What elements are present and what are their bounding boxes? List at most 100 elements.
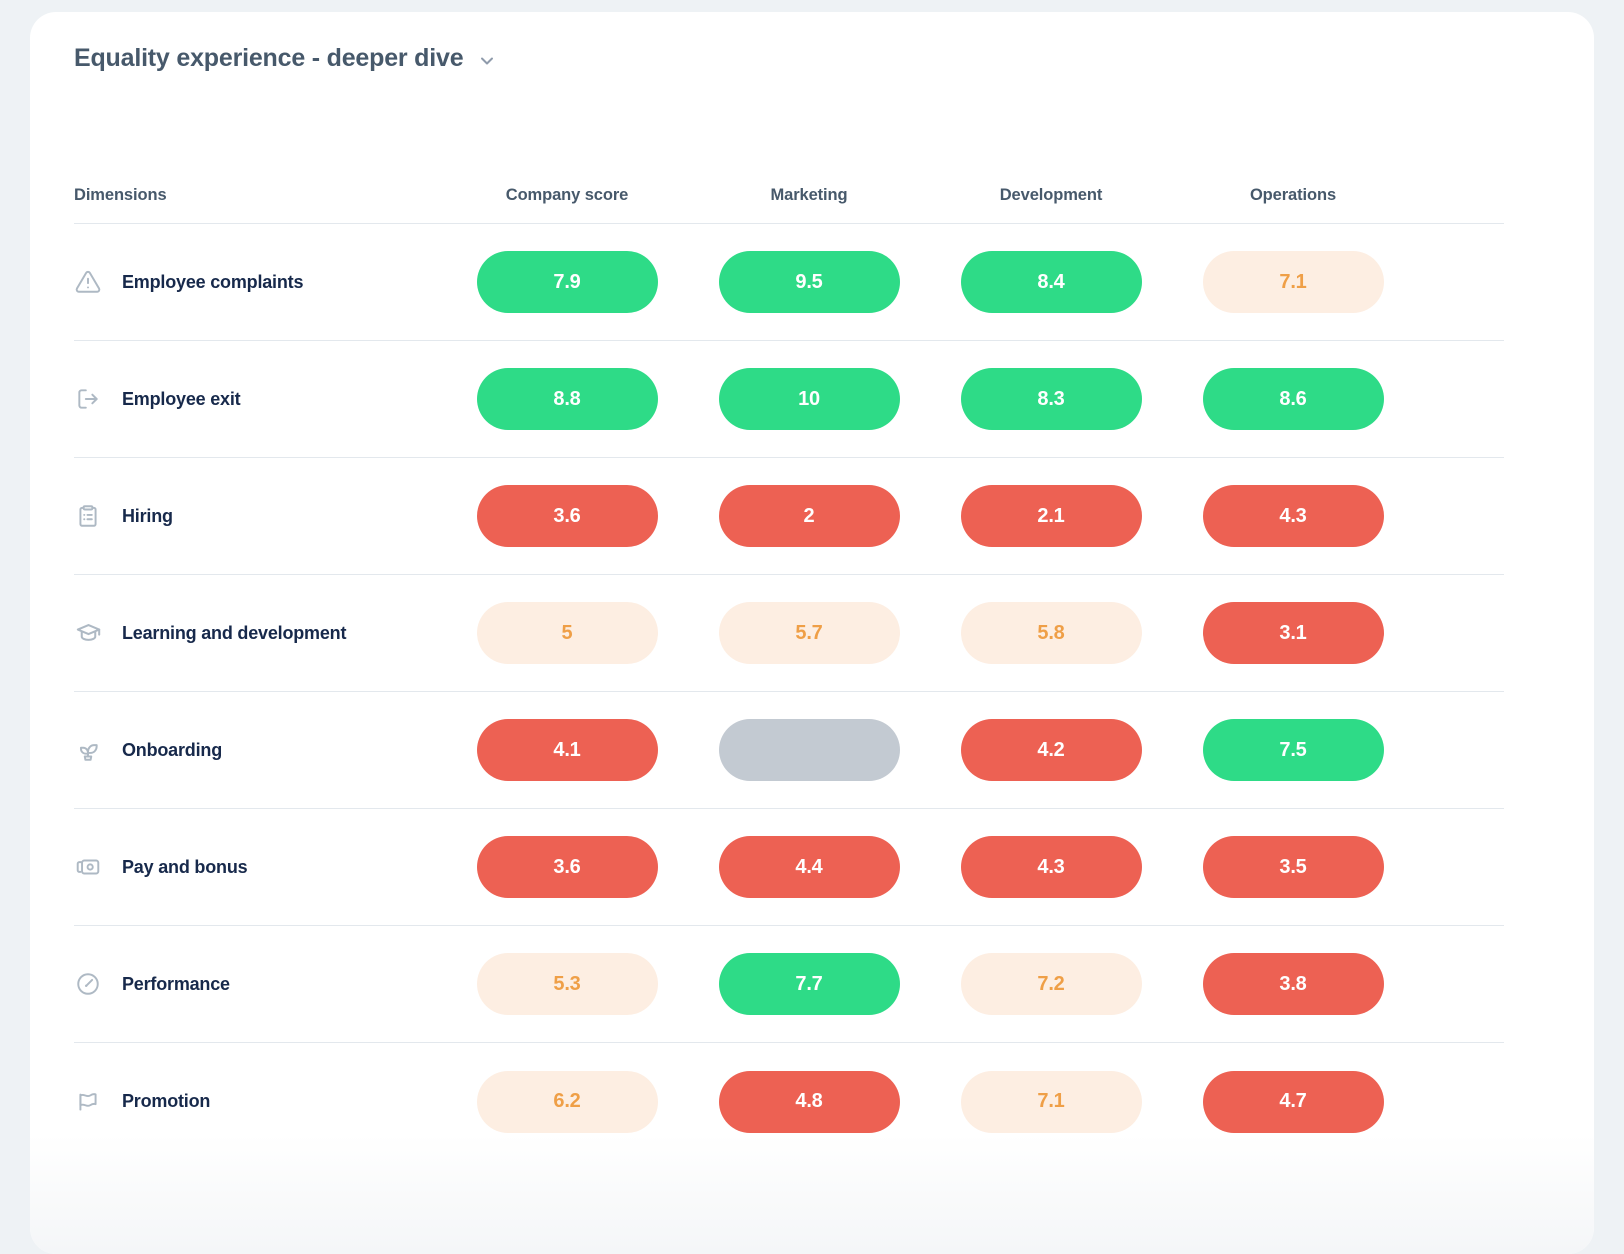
score-pill[interactable]: 7.2	[960, 953, 1142, 1015]
table-row: Promotion 6.2 4.8 7.1 4.7	[74, 1043, 1504, 1160]
table-row: Employee complaints 7.9 9.5 8.4 7.1	[74, 224, 1504, 341]
score-cell: 3.8	[1172, 953, 1414, 1015]
score-pill[interactable]: 4.8	[718, 1070, 900, 1133]
score-cell: 7.1	[1172, 251, 1414, 313]
score-pill[interactable]: 5.8	[960, 602, 1142, 664]
table-body: Employee complaints 7.9 9.5 8.4 7.1 Employee …	[74, 224, 1504, 1160]
chevron-down-icon[interactable]	[477, 47, 497, 71]
dimension-cell: Performance	[74, 970, 446, 998]
score-cell: 5.7	[688, 602, 930, 664]
equality-experience-card: Equality experience - deeper dive Dimens…	[30, 12, 1594, 1254]
score-cell: 4.4	[688, 836, 930, 898]
dimension-label: Onboarding	[122, 739, 222, 760]
score-pill[interactable]: 5.7	[718, 602, 900, 664]
score-cell: 4.3	[930, 836, 1172, 898]
score-pill[interactable]: 7.1	[960, 1070, 1142, 1133]
dimension-cell: Employee exit	[74, 385, 446, 413]
score-pill[interactable]: 8.6	[1202, 368, 1384, 430]
score-cell: 3.6	[446, 836, 688, 898]
score-pill[interactable]	[718, 719, 900, 781]
score-cell: 7.7	[688, 953, 930, 1015]
table-row: Employee exit 8.8 10 8.3 8.6	[74, 341, 1504, 458]
score-pill[interactable]: 8.4	[960, 251, 1142, 313]
card-header: Equality experience - deeper dive	[74, 44, 497, 73]
score-pill[interactable]: 7.5	[1202, 719, 1384, 781]
table-row: Onboarding 4.1 4.2 7.5	[74, 692, 1504, 809]
score-pill[interactable]: 5	[476, 602, 658, 664]
score-cell: 4.7	[1172, 1070, 1414, 1133]
column-header-operations: Operations	[1249, 186, 1337, 204]
score-pill[interactable]: 6.2	[476, 1070, 658, 1133]
column-header-dimensions: Dimensions	[74, 186, 167, 204]
column-header-marketing: Marketing	[770, 186, 848, 204]
score-pill[interactable]: 9.5	[718, 251, 900, 313]
score-pill[interactable]: 4.3	[1202, 485, 1384, 547]
score-cell	[688, 719, 930, 781]
score-pill[interactable]: 4.3	[960, 836, 1142, 898]
score-cell: 7.9	[446, 251, 688, 313]
score-cell: 4.2	[930, 719, 1172, 781]
clipboard-checklist-icon	[74, 502, 102, 530]
score-pill[interactable]: 3.8	[1202, 953, 1384, 1015]
score-pill[interactable]: 3.5	[1202, 836, 1384, 898]
dimensions-table: Dimensions Company score Marketing Devel…	[74, 162, 1504, 1160]
dimension-label: Employee exit	[122, 388, 241, 409]
dimension-cell: Onboarding	[74, 736, 446, 764]
score-cell: 7.5	[1172, 719, 1414, 781]
table-row: Hiring 3.6 2 2.1 4.3	[74, 458, 1504, 575]
dimension-cell: Promotion	[74, 1088, 446, 1116]
seedling-icon	[74, 736, 102, 764]
flag-icon	[74, 1088, 102, 1116]
score-pill[interactable]: 5.3	[476, 953, 658, 1015]
table-header-row: Dimensions Company score Marketing Devel…	[74, 162, 1504, 224]
score-pill[interactable]: 4.4	[718, 836, 900, 898]
score-pill[interactable]: 3.6	[476, 485, 658, 547]
score-pill[interactable]: 2.1	[960, 485, 1142, 547]
exit-door-icon	[74, 385, 102, 413]
score-pill[interactable]: 2	[718, 485, 900, 547]
score-cell: 8.8	[446, 368, 688, 430]
score-pill[interactable]: 3.1	[1202, 602, 1384, 664]
score-cell: 3.1	[1172, 602, 1414, 664]
money-note-icon	[74, 853, 102, 881]
score-cell: 4.1	[446, 719, 688, 781]
score-cell: 6.2	[446, 1070, 688, 1133]
score-pill[interactable]: 4.1	[476, 719, 658, 781]
score-cell: 8.4	[930, 251, 1172, 313]
score-pill[interactable]: 7.9	[476, 251, 658, 313]
dimension-cell: Pay and bonus	[74, 853, 446, 881]
table-row: Performance 5.3 7.7 7.2 3.8	[74, 926, 1504, 1043]
score-pill[interactable]: 7.7	[718, 953, 900, 1015]
score-cell: 4.3	[1172, 485, 1414, 547]
score-cell: 7.1	[930, 1070, 1172, 1133]
score-cell: 8.3	[930, 368, 1172, 430]
score-cell: 8.6	[1172, 368, 1414, 430]
column-header-development: Development	[999, 186, 1103, 204]
score-cell: 7.2	[930, 953, 1172, 1015]
table-row: Learning and development 5 5.7 5.8 3.1	[74, 575, 1504, 692]
score-pill[interactable]: 4.2	[960, 719, 1142, 781]
graduation-cap-icon	[74, 619, 102, 647]
gauge-icon	[74, 970, 102, 998]
dimension-cell: Employee complaints	[74, 268, 446, 296]
score-pill[interactable]: 3.6	[476, 836, 658, 898]
page-title: Equality experience - deeper dive	[74, 44, 464, 72]
score-pill[interactable]: 8.3	[960, 368, 1142, 430]
dimension-label: Hiring	[122, 505, 173, 526]
score-pill[interactable]: 10	[718, 368, 900, 430]
score-pill[interactable]: 7.1	[1202, 251, 1384, 313]
score-cell: 3.6	[446, 485, 688, 547]
dimension-label: Employee complaints	[122, 271, 304, 292]
dimension-label: Pay and bonus	[122, 856, 248, 877]
score-cell: 10	[688, 368, 930, 430]
score-pill[interactable]: 8.8	[476, 368, 658, 430]
score-pill[interactable]: 4.7	[1202, 1070, 1384, 1133]
score-cell: 5.3	[446, 953, 688, 1015]
score-cell: 2.1	[930, 485, 1172, 547]
page-background: Equality experience - deeper dive Dimens…	[0, 0, 1624, 1254]
table-row: Pay and bonus 3.6 4.4 4.3 3.5	[74, 809, 1504, 926]
score-cell: 4.8	[688, 1070, 930, 1133]
score-cell: 5	[446, 602, 688, 664]
dimension-label: Performance	[122, 973, 230, 994]
dimension-cell: Hiring	[74, 502, 446, 530]
